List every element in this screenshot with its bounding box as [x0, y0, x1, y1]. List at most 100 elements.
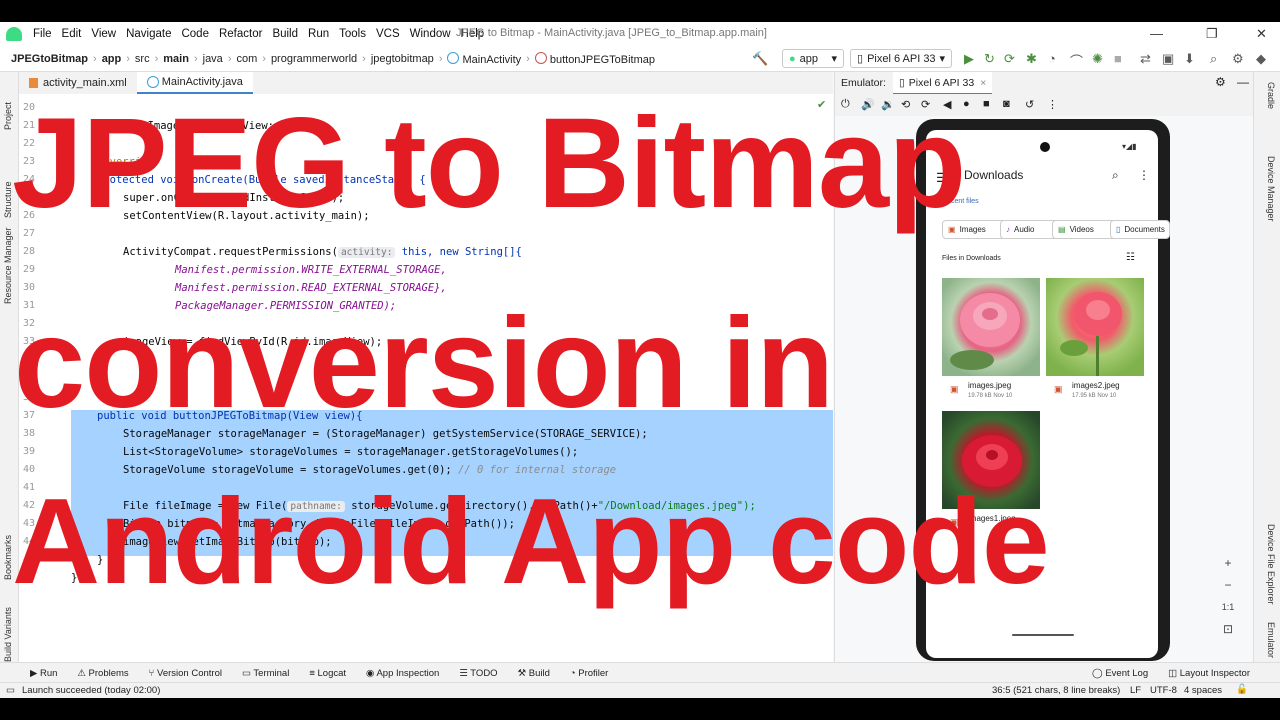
breadcrumb-src[interactable]: src [132, 53, 153, 65]
file-thumbnail[interactable] [942, 278, 1040, 376]
tool-resource-manager[interactable]: Resource Manager [3, 227, 13, 304]
stop-icon[interactable]: ■ [1114, 51, 1122, 66]
camera-icon[interactable]: ◙ [1003, 98, 1010, 110]
breadcrumb-main[interactable]: main [160, 53, 192, 65]
close-tab-icon[interactable]: × [980, 77, 986, 89]
tool-build[interactable]: ⚒ Build [508, 668, 560, 679]
restore-icon[interactable]: ❐ [1206, 26, 1218, 42]
tool-version-control[interactable]: ⑂ Version Control [139, 668, 232, 679]
close-icon[interactable]: ✕ [1256, 26, 1267, 42]
run-icon[interactable]: ▶ [964, 51, 974, 67]
device-select[interactable]: ▯ Pixel 6 API 33 ▾ [850, 49, 952, 68]
sdk-manager-icon[interactable]: ⬇ [1184, 51, 1195, 67]
menu-edit[interactable]: Edit [57, 28, 87, 40]
home-icon[interactable]: ● [963, 98, 970, 110]
volume-down-icon[interactable]: 🔉 [881, 98, 895, 111]
tool-structure[interactable]: Structure [3, 181, 13, 218]
run-config-select[interactable]: ● app ▾ [782, 49, 844, 68]
indent-setting[interactable]: 4 spaces [1184, 685, 1222, 696]
overview-icon[interactable]: ■ [983, 98, 990, 110]
tool-run[interactable]: ▶ Run [20, 668, 67, 679]
file-card-3[interactable]: ▣ images1.jpeg [942, 509, 1040, 539]
breadcrumb-module[interactable]: app [99, 53, 125, 65]
tool-app-inspection[interactable]: ◉ App Inspection [356, 668, 449, 679]
tool-logcat[interactable]: ≡ Logcat [299, 668, 356, 679]
hide-icon[interactable]: — [1237, 75, 1249, 89]
hammer-icon[interactable]: 🔨 [752, 51, 768, 67]
zoom-out-button[interactable]: − [1217, 578, 1239, 598]
apply-code-changes-icon[interactable]: ⟳ [1004, 51, 1015, 67]
tool-gradle[interactable]: Gradle [1266, 82, 1276, 109]
menu-run[interactable]: Run [303, 28, 334, 40]
menu-navigate[interactable]: Navigate [121, 28, 176, 40]
zoom-actual-size-button[interactable]: 1:1 [1217, 602, 1239, 622]
line-separator[interactable]: LF [1130, 685, 1141, 696]
rotate-right-icon[interactable]: ⟳ [921, 98, 930, 111]
volume-up-icon[interactable]: 🔊 [861, 98, 875, 111]
lock-icon[interactable]: 🔓 [1236, 684, 1248, 695]
gear-icon[interactable]: ⚙ [1215, 75, 1226, 89]
rotate-left-icon[interactable]: ⟲ [901, 98, 910, 111]
breadcrumb-programmerworld[interactable]: programmerworld [268, 53, 360, 65]
code-editor[interactable]: 20 21 22 23 24 25 26 27 28 29 30 31 32 3… [19, 94, 833, 662]
chip-videos[interactable]: ▤ Videos [1052, 220, 1116, 239]
file-card-2[interactable]: ▣ images2.jpeg 17.95 kB Nov 10 [1046, 376, 1144, 406]
profile-icon[interactable]: ◔ [1048, 51, 1056, 66]
minimize-icon[interactable]: — [1150, 26, 1163, 41]
chip-documents[interactable]: ▯ Documents [1110, 220, 1170, 239]
file-thumbnail[interactable] [942, 411, 1040, 509]
emulator-device-tab[interactable]: ▯ Pixel 6 API 33 × [893, 72, 993, 95]
list-view-icon[interactable]: ☷ [1126, 252, 1135, 263]
tool-project[interactable]: Project [3, 102, 13, 130]
back-icon[interactable]: ◀ [943, 98, 951, 111]
file-thumbnail[interactable] [1046, 278, 1144, 376]
more-icon[interactable]: ⋮ [1047, 98, 1058, 111]
file-card-1[interactable]: ▣ images.jpeg 19.78 kB Nov 10 [942, 376, 1040, 406]
hamburger-menu-icon[interactable]: ☰ [936, 170, 948, 186]
chip-images[interactable]: ▣ Images [942, 220, 1006, 239]
search-icon[interactable]: ⌕ [1210, 51, 1217, 67]
tab-main-activity-java[interactable]: MainActivity.java [136, 72, 253, 94]
zoom-in-button[interactable]: + [1217, 556, 1239, 576]
chip-audio[interactable]: ♪ Audio [1000, 220, 1058, 239]
tool-bookmarks[interactable]: Bookmarks [3, 535, 13, 580]
breadcrumb-method[interactable]: buttonJPEGToBitmap [532, 51, 658, 66]
debug-icon[interactable]: ✱ [1026, 51, 1037, 67]
attach-debugger-icon[interactable]: ⌒ [1070, 51, 1083, 70]
tool-profiler[interactable]: ◔ Profiler [560, 668, 618, 679]
more-vert-icon[interactable]: ⋮ [1138, 168, 1150, 182]
tool-event-log[interactable]: ◯ Event Log [1082, 668, 1158, 679]
tab-activity-main-xml[interactable]: activity_main.xml [19, 72, 137, 94]
menu-refactor[interactable]: Refactor [214, 28, 267, 40]
tool-todo[interactable]: ☰ TODO [449, 668, 507, 679]
snapshot-icon[interactable]: ↺ [1025, 98, 1034, 111]
menu-build[interactable]: Build [267, 28, 303, 40]
breadcrumb-class[interactable]: MainActivity [444, 51, 524, 66]
bug-icon[interactable]: ✺ [1092, 51, 1103, 67]
caret-position[interactable]: 36:5 (521 chars, 8 line breaks) [992, 685, 1120, 696]
menu-file[interactable]: File [28, 28, 57, 40]
menu-code[interactable]: Code [176, 28, 214, 40]
tool-device-file-explorer[interactable]: Device File Explorer [1266, 524, 1276, 605]
tool-build-variants[interactable]: Build Variants [3, 607, 13, 662]
search-icon[interactable]: ⌕ [1112, 168, 1119, 183]
zoom-fit-button[interactable]: ⊡ [1217, 622, 1239, 642]
breadcrumb-package[interactable]: jpegtobitmap [368, 53, 437, 65]
device-manager-icon[interactable]: ▣ [1162, 51, 1174, 67]
tool-problems[interactable]: ⚠ Problems [67, 668, 138, 679]
power-icon[interactable]: ⏻ [841, 98, 850, 111]
apply-changes-icon[interactable]: ↻ [984, 51, 995, 67]
file-encoding[interactable]: UTF-8 [1150, 685, 1177, 696]
gear-icon[interactable]: ⚙ [1232, 51, 1244, 67]
menu-vcs[interactable]: VCS [371, 28, 405, 40]
sync-gradle-icon[interactable]: ⇄ [1140, 51, 1151, 67]
breadcrumb-project[interactable]: JPEGtoBitmap [8, 53, 91, 65]
breadcrumb-com[interactable]: com [233, 53, 260, 65]
menu-tools[interactable]: Tools [334, 28, 371, 40]
tool-terminal[interactable]: ▭ Terminal [232, 668, 299, 679]
menu-view[interactable]: View [86, 28, 121, 40]
breadcrumb-java[interactable]: java [200, 53, 226, 65]
tool-layout-inspector[interactable]: ◫ Layout Inspector [1158, 668, 1280, 679]
gesture-bar[interactable] [1012, 634, 1074, 636]
tool-emulator[interactable]: Emulator [1266, 622, 1276, 658]
